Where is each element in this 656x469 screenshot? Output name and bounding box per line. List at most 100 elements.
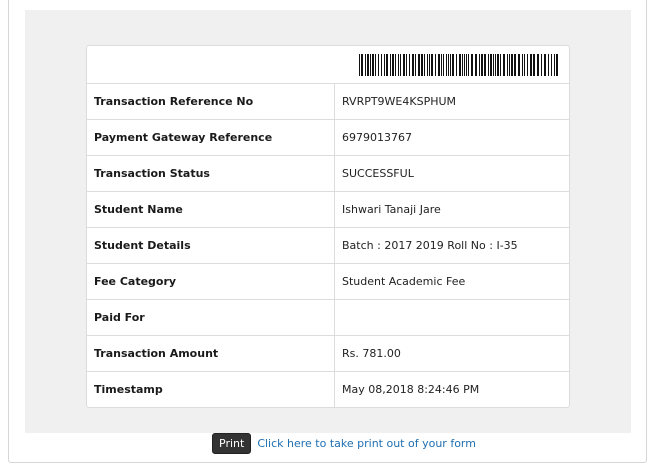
barcode-bar bbox=[530, 54, 532, 76]
row-student-name: Student Name Ishwari Tanaji Jare bbox=[87, 192, 569, 228]
label: Paid For bbox=[87, 300, 335, 335]
barcode-bar bbox=[462, 54, 463, 76]
barcode-bar bbox=[446, 54, 447, 76]
barcode-bar bbox=[403, 54, 405, 76]
barcode-bar bbox=[548, 54, 549, 76]
barcode-bar bbox=[390, 54, 391, 76]
barcode-bar bbox=[421, 54, 423, 76]
value: RVRPT9WE4KSPHUM bbox=[342, 95, 457, 108]
barcode-bar bbox=[431, 54, 433, 76]
barcode-bar bbox=[400, 54, 401, 76]
barcode-bar bbox=[418, 54, 420, 76]
barcode-bar bbox=[556, 54, 558, 76]
value: Rs. 781.00 bbox=[342, 347, 401, 360]
barcode-bar bbox=[509, 54, 510, 76]
transaction-barcode bbox=[359, 54, 558, 76]
barcode-bar bbox=[392, 54, 394, 76]
barcode-bar bbox=[429, 54, 430, 76]
barcode-bar bbox=[375, 54, 376, 76]
label: Transaction Amount bbox=[87, 336, 335, 371]
value: Ishwari Tanaji Jare bbox=[342, 203, 441, 216]
value: May 08,2018 8:24:46 PM bbox=[342, 383, 480, 396]
row-fee-category: Fee Category Student Academic Fee bbox=[87, 264, 569, 300]
barcode-bar bbox=[412, 54, 414, 76]
barcode-bar bbox=[495, 54, 496, 76]
barcode-bar bbox=[365, 54, 366, 76]
value: SUCCESSFUL bbox=[342, 167, 414, 180]
barcode-bar bbox=[488, 54, 489, 76]
barcode-bar bbox=[406, 54, 407, 76]
print-button[interactable]: Print bbox=[212, 432, 252, 454]
barcode-bar bbox=[372, 54, 374, 76]
barcode-bar bbox=[507, 54, 508, 76]
barcode-bar bbox=[384, 54, 385, 76]
barcode-bar bbox=[554, 54, 555, 76]
barcode-bar bbox=[409, 54, 410, 76]
barcode-bar bbox=[370, 54, 371, 76]
barcode-bar bbox=[468, 54, 469, 76]
value: Batch : 2017 2019 Roll No : I-35 bbox=[342, 239, 518, 252]
barcode-bar bbox=[522, 54, 523, 76]
row-transaction-reference: Transaction Reference No RVRPT9WE4KSPHUM bbox=[87, 84, 569, 120]
barcode-bar bbox=[493, 54, 494, 76]
row-timestamp: Timestamp May 08,2018 8:24:46 PM bbox=[87, 372, 569, 407]
transaction-receipt: Transaction Reference No RVRPT9WE4KSPHUM… bbox=[86, 45, 570, 408]
value: Student Academic Fee bbox=[342, 275, 466, 288]
label: Transaction Reference No bbox=[87, 84, 335, 119]
barcode-bar bbox=[443, 54, 444, 76]
barcode-bar bbox=[459, 54, 461, 76]
barcode-bar bbox=[541, 54, 542, 76]
barcode-bar bbox=[456, 54, 457, 76]
barcode-bar bbox=[424, 54, 425, 76]
label: Fee Category bbox=[87, 264, 335, 299]
barcode-bar bbox=[395, 54, 396, 76]
barcode-bar bbox=[503, 54, 505, 76]
label: Student Name bbox=[87, 192, 335, 227]
label: Transaction Status bbox=[87, 156, 335, 191]
barcode-bar bbox=[511, 54, 513, 76]
print-link[interactable]: Click here to take print out of your for… bbox=[257, 437, 476, 450]
barcode-bar bbox=[497, 54, 499, 76]
barcode-bar bbox=[441, 54, 442, 76]
barcode-bar bbox=[359, 54, 360, 76]
barcode-bar bbox=[386, 54, 388, 76]
barcode-bar bbox=[452, 54, 454, 76]
print-area: Print Click here to take print out of yo… bbox=[212, 432, 476, 454]
label: Student Details bbox=[87, 228, 335, 263]
barcode-bar bbox=[484, 54, 486, 76]
row-transaction-amount: Transaction Amount Rs. 781.00 bbox=[87, 336, 569, 372]
label: Payment Gateway Reference bbox=[87, 120, 335, 155]
barcode-bar bbox=[438, 54, 440, 76]
barcode-bar bbox=[500, 54, 501, 76]
barcode-bar bbox=[448, 54, 449, 76]
barcode-bar bbox=[475, 54, 477, 76]
barcode-bar bbox=[381, 54, 382, 76]
barcode-bar bbox=[527, 54, 528, 76]
barcode-bar bbox=[544, 54, 546, 76]
barcode-bar bbox=[466, 54, 467, 76]
barcode-bar bbox=[367, 54, 369, 76]
barcode-bar bbox=[435, 54, 436, 76]
barcode-row bbox=[87, 46, 569, 84]
barcode-bar bbox=[524, 54, 525, 76]
barcode-bar bbox=[471, 54, 473, 76]
barcode-bar bbox=[464, 54, 465, 76]
barcode-bar bbox=[514, 54, 516, 76]
row-transaction-status: Transaction Status SUCCESSFUL bbox=[87, 156, 569, 192]
barcode-bar bbox=[378, 54, 379, 76]
barcode-bar bbox=[551, 54, 552, 76]
barcode-bar bbox=[479, 54, 480, 76]
barcode-bar bbox=[490, 54, 492, 76]
barcode-bar bbox=[427, 54, 428, 76]
barcode-bar bbox=[398, 54, 399, 76]
row-student-details: Student Details Batch : 2017 2019 Roll N… bbox=[87, 228, 569, 264]
value: 6979013767 bbox=[342, 131, 412, 144]
label: Timestamp bbox=[87, 372, 335, 407]
barcode-bar bbox=[481, 54, 483, 76]
row-paid-for: Paid For bbox=[87, 300, 569, 336]
row-payment-gateway-reference: Payment Gateway Reference 6979013767 bbox=[87, 120, 569, 156]
barcode-bar bbox=[518, 54, 520, 76]
barcode-bar bbox=[537, 54, 539, 76]
value bbox=[335, 300, 569, 335]
barcode-bar bbox=[415, 54, 416, 76]
